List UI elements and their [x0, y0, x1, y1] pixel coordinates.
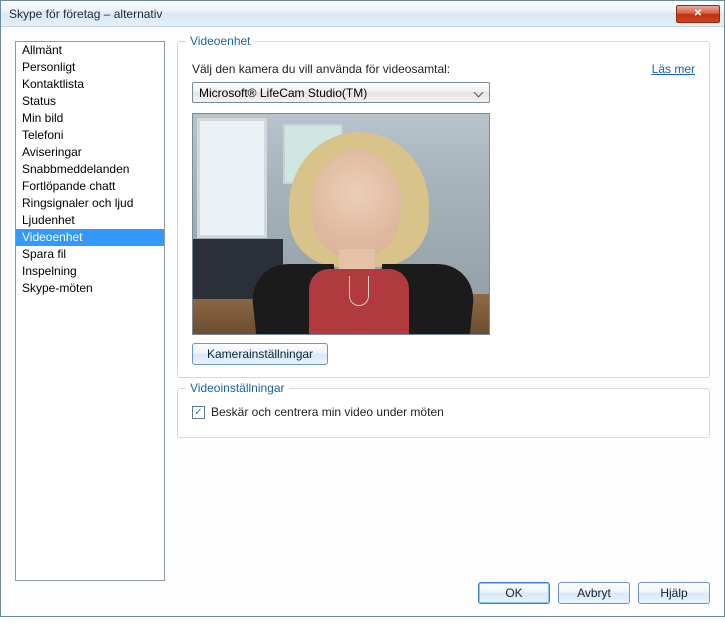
- help-button[interactable]: Hjälp: [638, 582, 710, 604]
- sidebar-item-videoenhet[interactable]: Videoenhet: [16, 229, 164, 246]
- dialog-footer: OK Avbryt Hjälp: [478, 582, 710, 604]
- sidebar-item-min-bild[interactable]: Min bild: [16, 110, 164, 127]
- close-icon: ✕: [694, 8, 702, 19]
- camera-prompt-row: Välj den kamera du vill använda för vide…: [192, 62, 695, 76]
- sidebar-item-fortlöpande-chatt[interactable]: Fortlöpande chatt: [16, 178, 164, 195]
- main-pane: Videoenhet Välj den kamera du vill använ…: [177, 41, 710, 602]
- window-title: Skype för företag – alternativ: [9, 7, 162, 21]
- ok-label: OK: [505, 586, 522, 600]
- cancel-button[interactable]: Avbryt: [558, 582, 630, 604]
- sidebar-item-ljudenhet[interactable]: Ljudenhet: [16, 212, 164, 229]
- client-area: AllmäntPersonligtKontaktlistaStatusMin b…: [1, 27, 724, 616]
- sidebar-item-ringsignaler-och-ljud[interactable]: Ringsignaler och ljud: [16, 195, 164, 212]
- sidebar-item-status[interactable]: Status: [16, 93, 164, 110]
- sidebar-item-spara-fil[interactable]: Spara fil: [16, 246, 164, 263]
- crop-row: ✓ Beskär och centrera min video under mö…: [192, 405, 695, 419]
- background-strip: [0, 617, 725, 629]
- learn-more-link[interactable]: Läs mer: [652, 62, 695, 76]
- camera-dropdown[interactable]: Microsoft® LifeCam Studio(TM): [192, 82, 490, 103]
- sidebar-item-kontaktlista[interactable]: Kontaktlista: [16, 76, 164, 93]
- video-settings-group-title: Videoinställningar: [186, 381, 289, 395]
- video-device-group: Videoenhet Välj den kamera du vill använ…: [177, 41, 710, 378]
- crop-checkbox-label: Beskär och centrera min video under möte…: [211, 405, 444, 419]
- video-device-group-title: Videoenhet: [186, 34, 255, 48]
- sidebar-item-skype-möten[interactable]: Skype-möten: [16, 280, 164, 297]
- help-label: Hjälp: [660, 586, 687, 600]
- camera-preview: [192, 113, 490, 335]
- video-settings-group: Videoinställningar ✓ Beskär och centrera…: [177, 388, 710, 438]
- titlebar: Skype för företag – alternativ ✕: [1, 1, 724, 27]
- sidebar-item-allmänt[interactable]: Allmänt: [16, 42, 164, 59]
- camera-prompt: Välj den kamera du vill använda för vide…: [192, 62, 450, 76]
- crop-checkbox[interactable]: ✓: [192, 406, 205, 419]
- sidebar-item-personligt[interactable]: Personligt: [16, 59, 164, 76]
- camera-selected-value: Microsoft® LifeCam Studio(TM): [199, 86, 367, 100]
- ok-button[interactable]: OK: [478, 582, 550, 604]
- camera-settings-button[interactable]: Kamerainställningar: [192, 343, 328, 365]
- sidebar-item-inspelning[interactable]: Inspelning: [16, 263, 164, 280]
- category-list[interactable]: AllmäntPersonligtKontaktlistaStatusMin b…: [15, 41, 165, 581]
- cancel-label: Avbryt: [577, 586, 611, 600]
- chevron-down-icon: [474, 88, 484, 98]
- close-button[interactable]: ✕: [676, 5, 720, 23]
- options-window: Skype för företag – alternativ ✕ Allmänt…: [0, 0, 725, 617]
- sidebar-item-aviseringar[interactable]: Aviseringar: [16, 144, 164, 161]
- sidebar-item-snabbmeddelanden[interactable]: Snabbmeddelanden: [16, 161, 164, 178]
- camera-settings-label: Kamerainställningar: [207, 347, 313, 361]
- sidebar-item-telefoni[interactable]: Telefoni: [16, 127, 164, 144]
